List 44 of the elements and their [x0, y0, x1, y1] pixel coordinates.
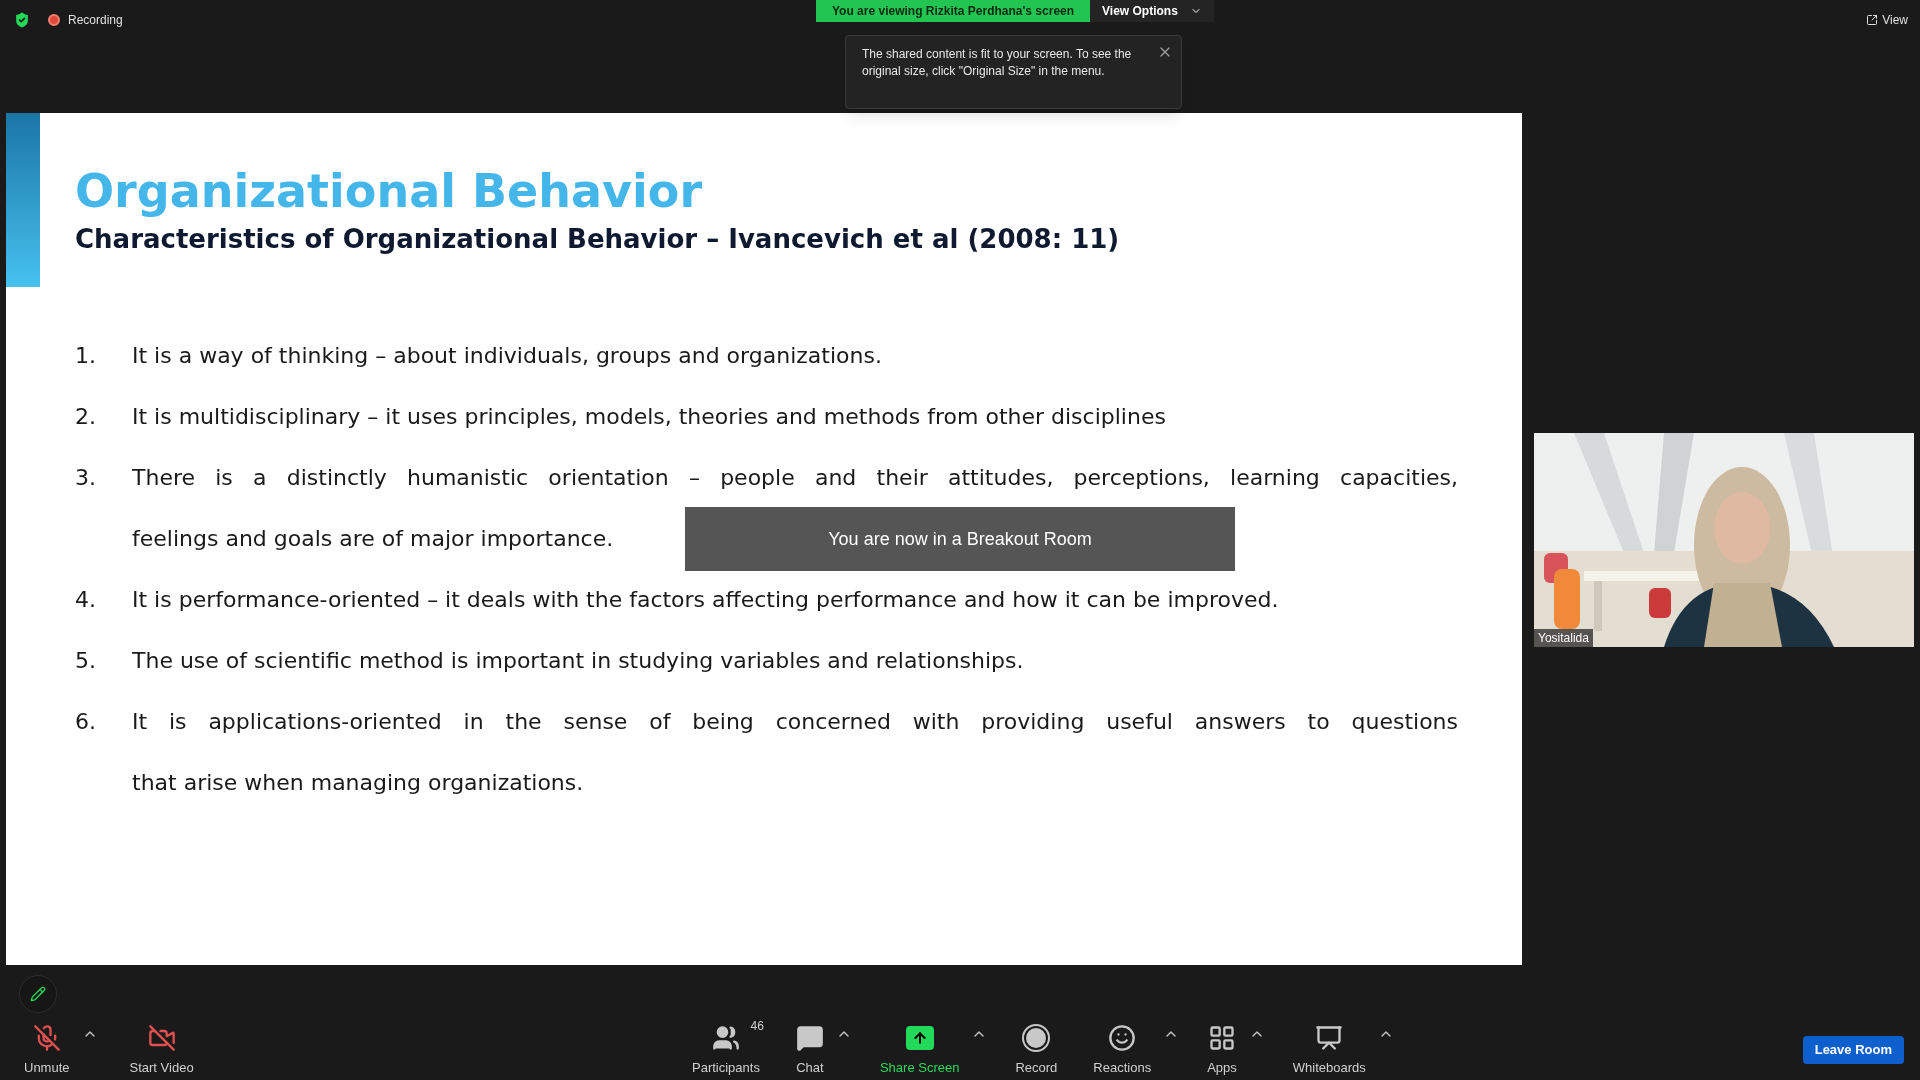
tooltip-text: The shared content is fit to your screen. To see the original size, click "Original Size" in the menu.: [862, 46, 1133, 80]
toolbar-button[interactable]: Reactions: [1085, 1022, 1160, 1078]
share-screen-icon: [905, 1026, 934, 1051]
slide-subtitle: Characteristics of Organizational Behavior – Ivancevich et al (2008: 11): [75, 223, 1121, 256]
recording-label[interactable]: Recording: [68, 11, 123, 29]
apps-icon: [1207, 1024, 1236, 1053]
toolbar-button[interactable]: Chat: [787, 1022, 832, 1078]
view-button[interactable]: View: [1866, 11, 1908, 29]
toolbar-button[interactable]: Apps: [1199, 1022, 1245, 1078]
list-number: 3.: [75, 464, 97, 492]
annotate-button[interactable]: [19, 975, 57, 1013]
list-item-text: There is a distinctly humanistic orientation – people and their attitudes, perceptions, learning capacities,: [132, 464, 1458, 492]
list-number: 1.: [75, 342, 97, 370]
list-item-text: It is multidisciplinary – it uses principles, models, theories and methods from other disciplines: [132, 403, 1166, 431]
leave-room-button[interactable]: Leave Room: [1802, 1036, 1904, 1064]
list-item-text: It is a way of thinking – about individuals, groups and organizations.: [132, 342, 882, 370]
share-banner: You are viewing Rizkita Perdhana's screen: [816, 0, 1091, 22]
list-number: 6.: [75, 708, 97, 736]
list-number: 2.: [75, 403, 97, 431]
toolbar-button[interactable]: Whiteboards: [1284, 1022, 1374, 1078]
list-item-text: It is applications-oriented in the sense of being concerned with providing useful answers to questions: [132, 708, 1458, 736]
toolbar-button[interactable]: Unmute: [16, 1022, 78, 1078]
toolbar-button[interactable]: Record: [1007, 1022, 1066, 1078]
speech-bubble-icon: [795, 1024, 824, 1053]
toolbar-button[interactable]: Start Video: [121, 1022, 202, 1078]
smiley-icon: [1108, 1024, 1137, 1053]
slide-title: Organizational Behavior: [75, 163, 704, 219]
participant-name: Yositalida: [1534, 629, 1593, 647]
list-item-text: feelings and goals are of major importance.: [132, 525, 614, 553]
view-options-button[interactable]: View Options: [1090, 0, 1214, 22]
toolbar-button[interactable]: Share Screen: [871, 1022, 968, 1078]
list-number: 5.: [75, 647, 97, 675]
pencil-icon: [30, 986, 46, 1002]
view-icon: [1866, 14, 1879, 26]
whiteboard-icon: [1315, 1024, 1344, 1053]
people-icon: [711, 1024, 740, 1053]
camera-off-icon: [147, 1024, 176, 1053]
list-number: 4.: [75, 586, 97, 614]
list-item-text: It is performance-oriented – it deals with the factors affecting performance and how it can be improved.: [132, 586, 1279, 614]
record-icon: [1022, 1024, 1051, 1053]
list-item-text: that arise when managing organizations.: [132, 769, 584, 797]
list-item-text: The use of scientific method is important in studying variables and relationships.: [132, 647, 1024, 675]
breakout-toast: You are now in a Breakout Room: [685, 507, 1235, 571]
microphone-muted-icon: [32, 1024, 61, 1053]
